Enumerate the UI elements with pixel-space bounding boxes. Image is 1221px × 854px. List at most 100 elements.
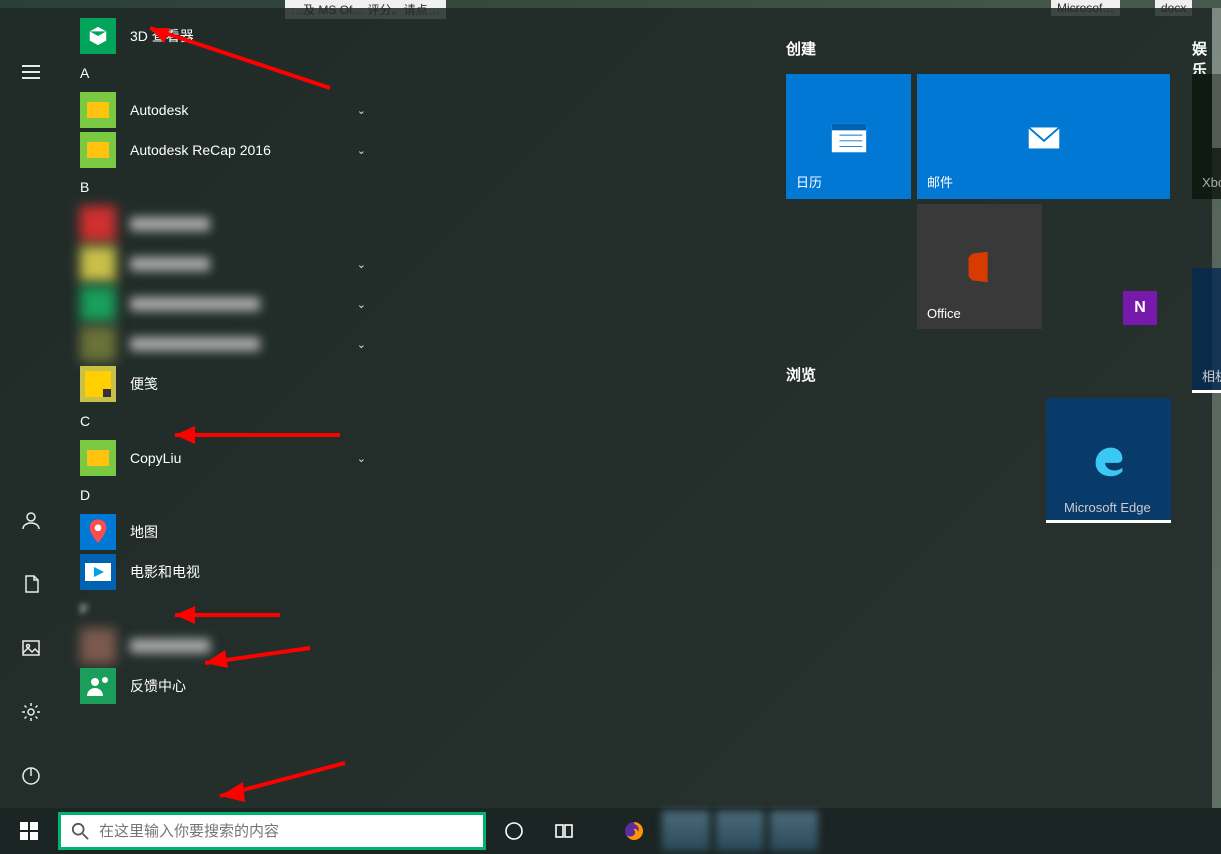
start-button[interactable] [0, 808, 58, 854]
app-label: CopyLiu [130, 450, 181, 466]
tile-label: 日历 [796, 172, 822, 191]
sticky-note-icon [80, 366, 116, 402]
user-account-button[interactable] [15, 504, 47, 536]
chevron-down-icon: ⌄ [357, 104, 366, 117]
app-redacted-5[interactable] [62, 626, 382, 666]
expand-button[interactable] [15, 56, 47, 88]
folder-icon [80, 440, 116, 476]
app-label: 反馈中心 [130, 676, 186, 696]
scrollbar-thumb[interactable] [1212, 8, 1221, 148]
cortana-icon [504, 821, 524, 841]
tile-update-indicator [1046, 520, 1171, 523]
folder-icon [80, 92, 116, 128]
documents-button[interactable] [15, 568, 47, 600]
search-icon [71, 822, 89, 840]
tile-group-header-browse[interactable]: 浏览 [786, 364, 816, 385]
app-label: 便笺 [130, 374, 158, 394]
letter-header-B[interactable]: B [62, 170, 382, 204]
all-apps-list[interactable]: 3D 查看器 A Autodesk ⌄ Autodesk ReCap 2016 … [62, 8, 382, 808]
redacted-label [130, 217, 210, 231]
app-feedback-hub[interactable]: 反馈中心 [62, 666, 382, 706]
start-rail [0, 8, 62, 808]
calendar-icon [828, 116, 870, 158]
start-menu-scrollbar[interactable] [1212, 8, 1221, 808]
taskbar-app-firefox[interactable] [612, 808, 656, 854]
app-redacted-1[interactable] [62, 204, 382, 244]
user-icon [21, 510, 41, 530]
redacted-label [130, 639, 210, 653]
tile-office[interactable]: Office [917, 204, 1042, 329]
app-maps[interactable]: 地图 [62, 512, 382, 552]
redacted-icon [80, 246, 116, 282]
gear-icon [21, 702, 41, 722]
task-view-button[interactable] [542, 808, 586, 854]
hamburger-icon [22, 71, 40, 73]
chevron-down-icon: ⌄ [357, 452, 366, 465]
map-pin-icon [80, 514, 116, 550]
app-sticky-notes[interactable]: 便笺 [62, 364, 382, 404]
taskbar-app-running-2[interactable] [716, 811, 764, 851]
play-movie-icon [80, 554, 116, 590]
chevron-down-icon: ⌄ [357, 338, 366, 351]
settings-button[interactable] [15, 696, 47, 728]
mail-icon [1023, 116, 1065, 158]
search-input[interactable] [99, 823, 473, 840]
firefox-icon [624, 821, 644, 841]
picture-icon [21, 638, 41, 658]
letter-header-F[interactable]: F [62, 592, 382, 626]
letter-header-D[interactable]: D [62, 478, 382, 512]
power-icon [21, 766, 41, 786]
cube-3d-icon [80, 18, 116, 54]
letter-header-C[interactable]: C [62, 404, 382, 438]
letter-header-A[interactable]: A [62, 56, 382, 90]
app-label: 3D 查看器 [130, 26, 194, 46]
chevron-down-icon: ⌄ [357, 144, 366, 157]
redacted-icon [80, 286, 116, 322]
tile-calendar[interactable]: 日历 [786, 74, 911, 199]
redacted-label [130, 337, 260, 351]
app-folder-autodesk-recap[interactable]: Autodesk ReCap 2016 ⌄ [62, 130, 382, 170]
edge-icon [1088, 440, 1130, 482]
pictures-button[interactable] [15, 632, 47, 664]
app-folder-copyliu[interactable]: CopyLiu ⌄ [62, 438, 382, 478]
tile-group-header-create[interactable]: 创建 [786, 38, 816, 59]
chevron-down-icon: ⌄ [357, 258, 366, 271]
redacted-icon [80, 326, 116, 362]
chevron-down-icon: ⌄ [357, 298, 366, 311]
tile-onenote[interactable]: N [1110, 278, 1170, 338]
tile-edge[interactable]: Microsoft Edge [1046, 398, 1171, 523]
windows-logo-icon [20, 822, 38, 840]
app-3d-viewer[interactable]: 3D 查看器 [62, 16, 382, 56]
cortana-button[interactable] [492, 808, 536, 854]
tile-label: 邮件 [927, 172, 953, 191]
tile-label: Microsoft Edge [1064, 500, 1151, 515]
taskbar [0, 808, 1221, 854]
app-redacted-2[interactable]: ⌄ [62, 244, 382, 284]
app-movies-tv[interactable]: 电影和电视 [62, 552, 382, 592]
start-tiles: 创建 娱乐 浏览 日历 邮件 Office N Xbox 控制台… 电影和电视 [382, 8, 1212, 808]
taskbar-search-box[interactable] [58, 812, 486, 850]
taskbar-app-running-3[interactable] [770, 811, 818, 851]
redacted-label [130, 297, 260, 311]
taskbar-app-running-1[interactable] [662, 811, 710, 851]
app-redacted-4[interactable]: ⌄ [62, 324, 382, 364]
redacted-icon [80, 206, 116, 242]
redacted-icon [80, 628, 116, 664]
redacted-label [130, 257, 210, 271]
app-label: Autodesk [130, 102, 188, 118]
app-label: 电影和电视 [130, 562, 200, 582]
tile-mail[interactable]: 邮件 [917, 74, 1170, 199]
task-view-icon [554, 821, 574, 841]
person-icon [80, 668, 116, 704]
onenote-icon: N [1123, 291, 1157, 325]
app-redacted-3[interactable]: ⌄ [62, 284, 382, 324]
tile-label: Office [927, 306, 961, 321]
office-icon [959, 246, 1001, 288]
folder-icon [80, 132, 116, 168]
document-icon [21, 574, 41, 594]
power-button[interactable] [15, 760, 47, 792]
app-label: Autodesk ReCap 2016 [130, 142, 271, 158]
app-label: 地图 [130, 522, 158, 542]
start-menu: 3D 查看器 A Autodesk ⌄ Autodesk ReCap 2016 … [0, 8, 1212, 808]
app-folder-autodesk[interactable]: Autodesk ⌄ [62, 90, 382, 130]
